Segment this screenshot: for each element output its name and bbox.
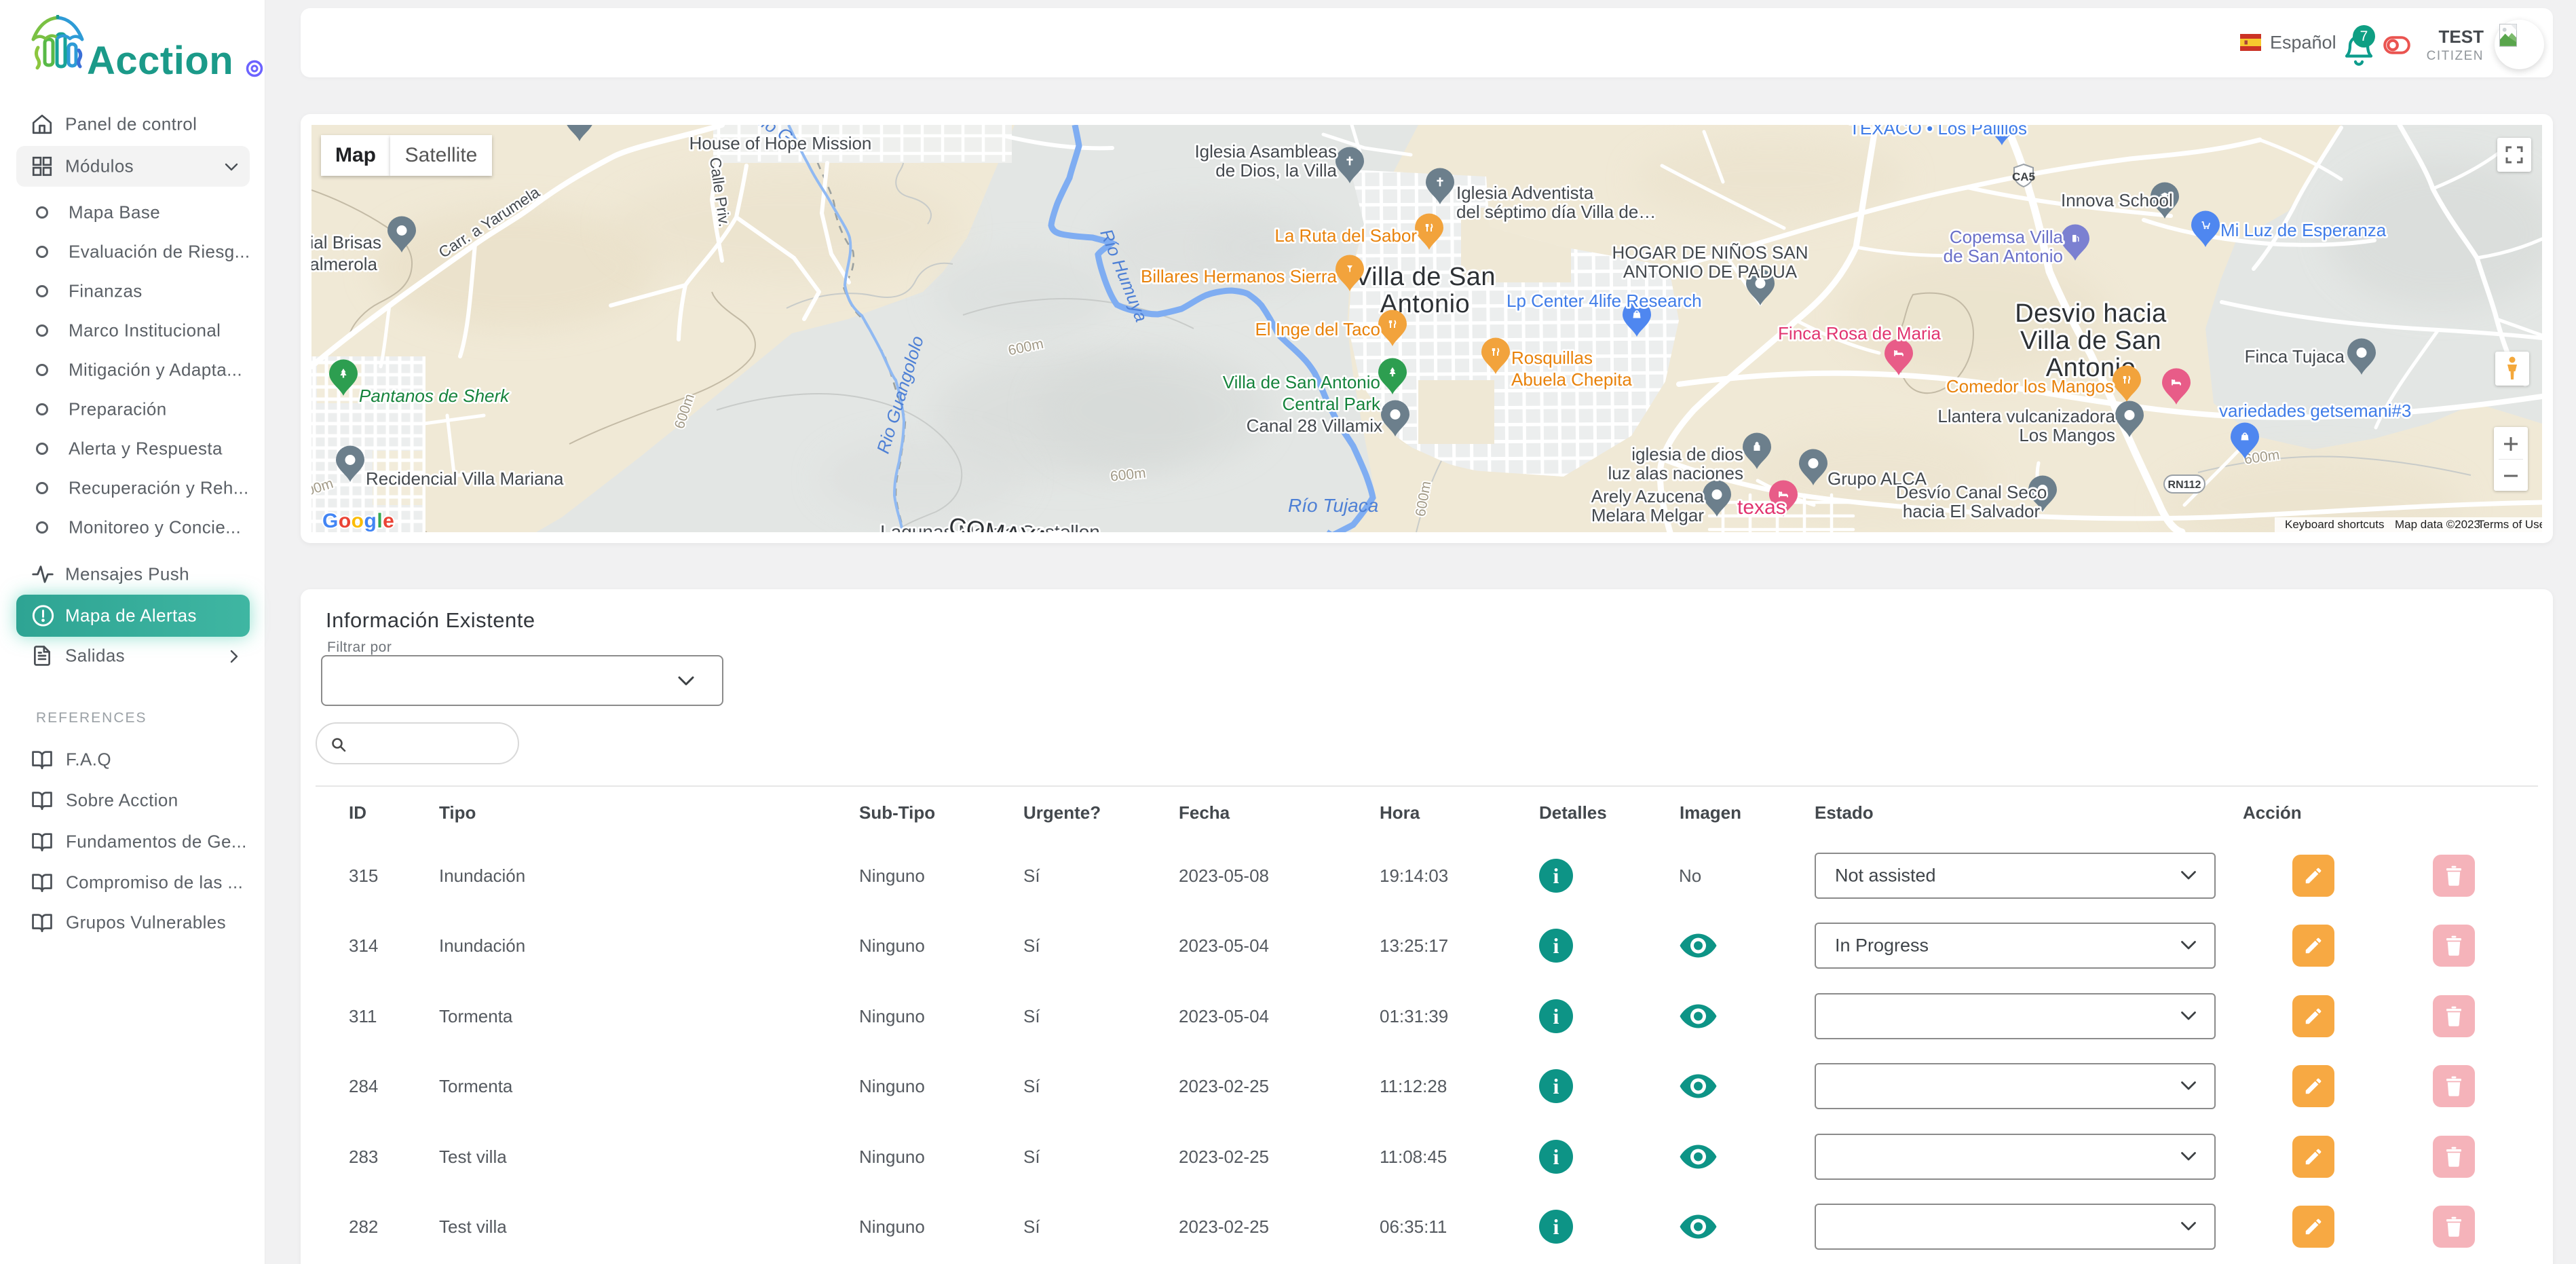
svg-text:luz alas naciones: luz alas naciones (1608, 463, 1743, 483)
svg-text:Villa de San Antonio: Villa de San Antonio (1223, 372, 1380, 392)
svg-text:Central Park: Central Park (1283, 394, 1381, 414)
svg-text:e Palmerola: e Palmerola (311, 254, 378, 274)
svg-text:Llantera vulcanizadora: Llantera vulcanizadora (1937, 406, 2115, 426)
svg-text:Desvio hacia: Desvio hacia (2015, 299, 2167, 328)
svg-text:Río Tujaca: Río Tujaca (1288, 495, 1378, 516)
svg-text:Map data ©2023: Map data ©2023 (2395, 518, 2480, 531)
svg-text:de Dios, la Villa: de Dios, la Villa (1215, 160, 1337, 181)
svg-text:House of Hope Mission: House of Hope Mission (689, 133, 872, 153)
svg-text:Keyboard shortcuts: Keyboard shortcuts (2285, 518, 2384, 531)
svg-text:variedades getsemani#3: variedades getsemani#3 (2219, 401, 2411, 421)
svg-text:Google: Google (322, 510, 394, 532)
svg-text:TEXACO • Los Palillos: TEXACO • Los Palillos (1849, 125, 2027, 138)
svg-text:de San Antonio: de San Antonio (1944, 246, 2063, 266)
svg-text:Recidencial Villa Mariana: Recidencial Villa Mariana (366, 468, 564, 489)
svg-text:Innova School: Innova School (2061, 190, 2173, 210)
svg-text:Finca Tujaca: Finca Tujaca (2245, 346, 2345, 367)
svg-text:Lp Center 4life Research: Lp Center 4life Research (1507, 291, 1702, 311)
svg-text:del séptimo día Villa de…: del séptimo día Villa de… (1456, 202, 1656, 222)
svg-text:Pantanos de Sherk: Pantanos de Sherk (359, 386, 510, 406)
svg-text:iglesia de dios: iglesia de dios (1631, 444, 1743, 464)
svg-text:HOGAR DE NIÑOS SAN: HOGAR DE NIÑOS SAN (1612, 242, 1808, 263)
svg-text:hacia El Salvador: hacia El Salvador (1903, 501, 2041, 521)
svg-text:Villa de San: Villa de San (2020, 327, 2161, 355)
svg-text:Abuela Chepita: Abuela Chepita (1511, 369, 1632, 390)
svg-text:RN112: RN112 (2168, 479, 2201, 491)
svg-text:Los Mangos: Los Mangos (2019, 425, 2115, 445)
svg-text:Desvío Canal Seco: Desvío Canal Seco (1896, 482, 2047, 502)
svg-text:ANTONIO DE PADUA: ANTONIO DE PADUA (1623, 261, 1798, 282)
svg-text:Canal 28 Villamix: Canal 28 Villamix (1247, 415, 1382, 436)
svg-text:CA5: CA5 (2012, 170, 2035, 183)
svg-text:Comedor los Mangos: Comedor los Mangos (1946, 376, 2114, 396)
svg-text:Villa de San: Villa de San (1355, 263, 1496, 291)
svg-text:Melara Melgar: Melara Melgar (1591, 505, 1705, 525)
svg-text:Rosquillas: Rosquillas (1511, 348, 1593, 368)
svg-text:texas: texas (1737, 496, 1786, 519)
svg-text:encial Brisas: encial Brisas (311, 232, 381, 253)
svg-text:Iglesia Adventista: Iglesia Adventista (1456, 183, 1594, 203)
svg-text:Iglesia Asambleas: Iglesia Asambleas (1194, 141, 1337, 162)
svg-text:Finca Rosa de Maria: Finca Rosa de Maria (1778, 323, 1941, 343)
svg-text:La Ruta del Sabor: La Ruta del Sabor (1274, 225, 1417, 246)
svg-text:Billares Hermanos Sierra: Billares Hermanos Sierra (1141, 266, 1338, 286)
svg-text:Terms of Use: Terms of Use (2478, 518, 2542, 531)
svg-text:Copemsa Villa: Copemsa Villa (1950, 227, 2064, 247)
svg-text:El Inge del Taco: El Inge del Taco (1255, 319, 1380, 339)
svg-text:Arely Azucena: Arely Azucena (1591, 486, 1705, 506)
svg-text:Mi Luz de Esperanza: Mi Luz de Esperanza (2220, 220, 2387, 240)
